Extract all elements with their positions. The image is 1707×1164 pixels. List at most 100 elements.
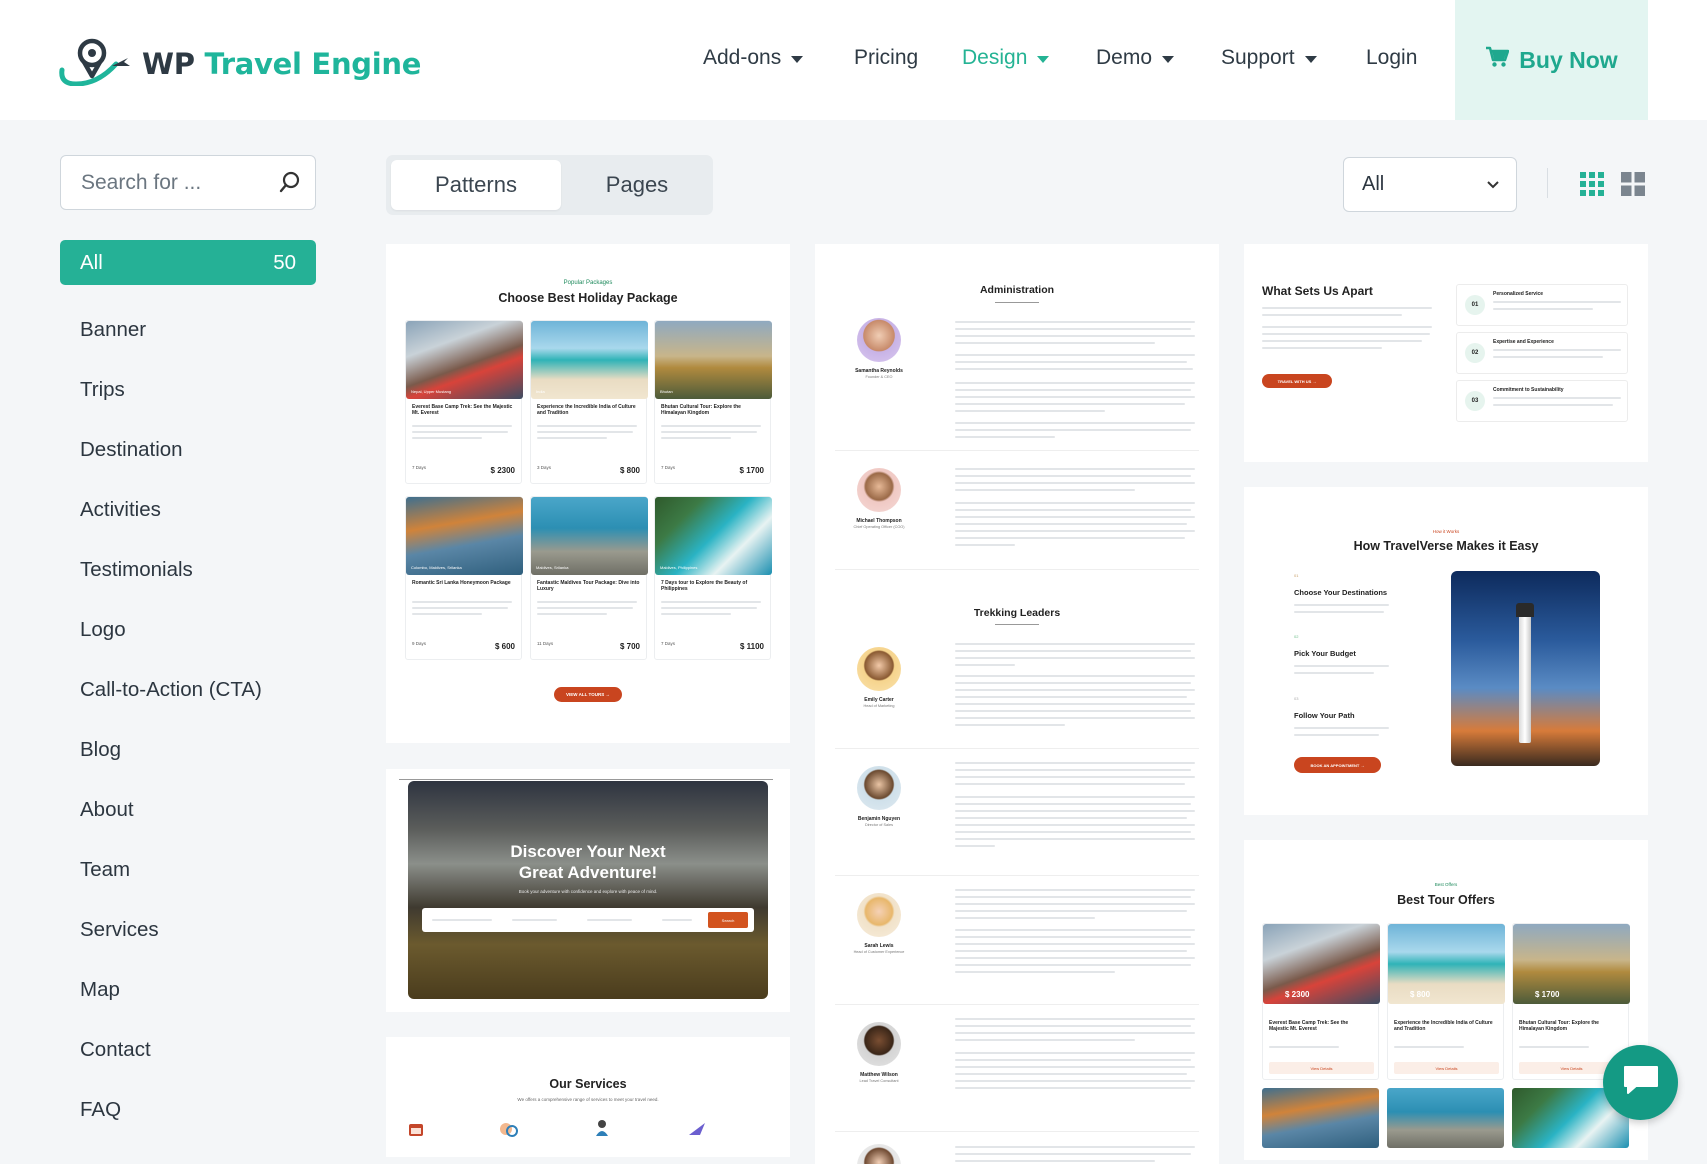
category-all[interactable]: All 50 xyxy=(60,240,316,285)
category-services[interactable]: Services xyxy=(60,900,316,960)
offer-image xyxy=(1388,924,1505,1004)
avatar xyxy=(857,1144,901,1164)
pattern-card-best-offers[interactable]: Best Offers Best Tour Offers $ 2300 Ever… xyxy=(1244,840,1648,1160)
search-icon[interactable] xyxy=(279,171,301,198)
button-label: TRAVEL WITH US → xyxy=(1277,378,1317,384)
nav-support[interactable]: Support xyxy=(1221,46,1317,70)
offer-image xyxy=(1262,1088,1379,1148)
trip-name: 7 Days tour to Explore the Beauty of Phi… xyxy=(661,580,748,592)
category-cta[interactable]: Call-to-Action (CTA) xyxy=(60,660,316,720)
category-logo[interactable]: Logo xyxy=(60,600,316,660)
team-member: Benjamin Nguyen Director of Sales xyxy=(835,758,1199,876)
member-role: Founder & CEO xyxy=(865,375,893,379)
nav-pricing[interactable]: Pricing xyxy=(854,46,918,70)
chat-widget-button[interactable] xyxy=(1603,1045,1678,1120)
lighthouse-tower xyxy=(1519,613,1531,743)
member-name: Matthew Wilson xyxy=(860,1072,898,1078)
banner-search-button: Search xyxy=(708,912,748,928)
card-title: Our Services xyxy=(549,1077,627,1091)
trip-name: Everest Base Camp Trek: See the Majestic… xyxy=(412,404,513,416)
card-subtitle: We offers a comprehensive range of servi… xyxy=(517,1097,659,1102)
nav-label: Support xyxy=(1221,46,1295,69)
buy-now-button[interactable]: Buy Now xyxy=(1455,0,1648,120)
category-about[interactable]: About xyxy=(60,780,316,840)
chevron-down-icon xyxy=(1037,55,1050,63)
search-input[interactable] xyxy=(81,168,271,198)
trip-image xyxy=(655,321,772,399)
nav-label: Pricing xyxy=(854,46,919,69)
category-blog[interactable]: Blog xyxy=(60,720,316,780)
category-team[interactable]: Team xyxy=(60,840,316,900)
calendar-icon xyxy=(408,1121,424,1142)
avatar xyxy=(857,318,901,362)
trip-image xyxy=(406,321,523,399)
trip-image xyxy=(406,497,523,575)
category-faq[interactable]: FAQ xyxy=(60,1080,316,1140)
offer-card: $ 1700 Bhutan Cultural Tour: Explore the… xyxy=(1512,923,1630,1080)
team-member: Michael Thompson Chief Operating Officer… xyxy=(835,460,1199,570)
section-heading: Trekking Leaders xyxy=(973,607,1061,619)
nav-label: Add-ons xyxy=(703,46,782,69)
site-header: WP Travel Engine Add-ons Pricing Design … xyxy=(0,0,1707,120)
search-box xyxy=(60,155,316,210)
nav-design[interactable]: Design xyxy=(962,46,1050,70)
member-role: Head of Marketing xyxy=(863,704,895,708)
filter-select[interactable]: All xyxy=(1343,157,1517,212)
nav-addons[interactable]: Add-ons xyxy=(703,46,804,70)
team-member: Matthew Wilson Lead Travel Consultant xyxy=(835,1014,1199,1132)
offer-image xyxy=(1513,924,1630,1004)
nav-demo[interactable]: Demo xyxy=(1096,46,1175,70)
view-all-tours-button: VIEW ALL TOURS → xyxy=(554,687,622,702)
category-contact[interactable]: Contact xyxy=(60,1020,316,1080)
member-name: Emily Carter xyxy=(864,697,894,703)
pattern-card-hero-banner[interactable]: Discover Your Next Great Adventure! Book… xyxy=(386,769,790,1012)
offer-image xyxy=(1387,1088,1504,1148)
button-label: Search xyxy=(721,917,735,923)
trip-card: India Experience the Incredible India of… xyxy=(530,320,648,484)
category-map[interactable]: Map xyxy=(60,960,316,1020)
category-banner[interactable]: Banner xyxy=(60,300,316,360)
category-testimonials[interactable]: Testimonials xyxy=(60,540,316,600)
nav-label: Demo xyxy=(1096,46,1153,69)
nav-login[interactable]: Login xyxy=(1366,46,1417,70)
offer-name: Everest Base Camp Trek: See the Majestic… xyxy=(1269,1020,1349,1032)
trip-image xyxy=(655,497,772,575)
tab-patterns[interactable]: Patterns xyxy=(391,160,561,210)
pattern-card-team[interactable]: Administration Samantha Reynolds Founder… xyxy=(815,244,1219,1164)
trip-location: Maldives, Srilanka xyxy=(536,565,569,570)
feature-title: Expertise and Experience xyxy=(1493,339,1554,345)
step-number: 03 xyxy=(1294,696,1299,701)
trip-location: Maldives, Philippines xyxy=(660,565,698,570)
category-destination[interactable]: Destination xyxy=(60,420,316,480)
trip-duration: 11 Days xyxy=(537,641,554,646)
pattern-card-about-features[interactable]: What Sets Us Apart TRAVEL WITH US → 01 P… xyxy=(1244,244,1648,462)
travel-with-us-button: TRAVEL WITH US → xyxy=(1262,374,1332,388)
button-label: BOOK AN APPOINTMENT → xyxy=(1310,762,1365,768)
feature-item: 02 Expertise and Experience xyxy=(1456,332,1628,374)
category-label: All xyxy=(80,250,103,274)
card-title: What Sets Us Apart xyxy=(1262,284,1373,298)
member-role: Chief Operating Officer (COO) xyxy=(853,525,905,529)
pattern-card-how-it-works[interactable]: How it Works How TravelVerse Makes it Ea… xyxy=(1244,487,1648,815)
section-heading: Administration xyxy=(979,284,1055,296)
view-details-button: View Details xyxy=(1394,1062,1499,1074)
trip-card: Bhutan Bhutan Cultural Tour: Explore the… xyxy=(654,320,772,484)
view-tabs: Patterns Pages xyxy=(386,155,713,215)
feature-number: 01 xyxy=(1465,295,1485,315)
member-name: Sarah Lewis xyxy=(864,943,894,949)
lighthouse-top xyxy=(1516,603,1534,617)
member-role: Head of Customer Experience xyxy=(853,950,905,954)
feature-title: Personalized Service xyxy=(1493,291,1544,297)
card-title: Choose Best Holiday Package xyxy=(498,291,678,305)
button-label: View Details xyxy=(1435,1065,1458,1071)
tab-pages[interactable]: Pages xyxy=(566,160,708,210)
category-trips[interactable]: Trips xyxy=(60,360,316,420)
pattern-card-holiday-packages[interactable]: Popular Packages Choose Best Holiday Pac… xyxy=(386,244,790,743)
trip-duration: 9 Days xyxy=(412,641,427,646)
grid-2x2-icon[interactable] xyxy=(1621,172,1645,201)
category-activities[interactable]: Activities xyxy=(60,480,316,540)
grid-3x3-icon[interactable] xyxy=(1580,172,1604,201)
trip-name: Fantastic Maldives Tour Package: Dive in… xyxy=(537,580,640,592)
avatar xyxy=(857,893,901,937)
pattern-card-services[interactable]: Our Services We offers a comprehensive r… xyxy=(386,1037,790,1157)
